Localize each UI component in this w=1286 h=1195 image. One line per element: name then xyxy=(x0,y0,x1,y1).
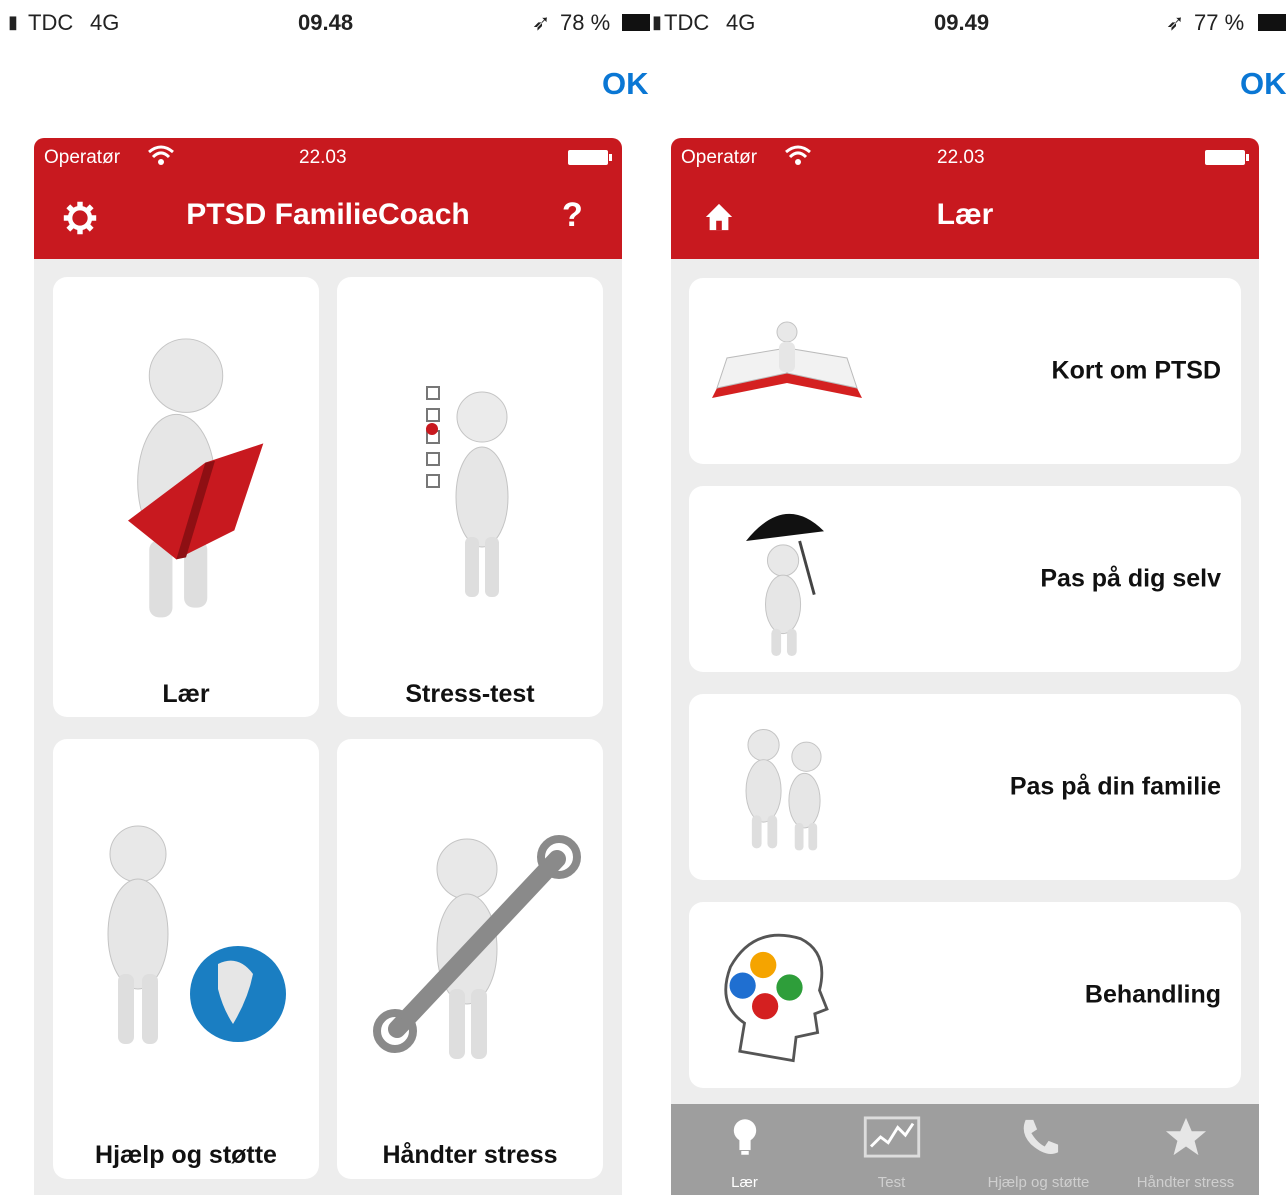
list-item-label: Pas på dig selv xyxy=(1040,564,1221,593)
home-screen: Operatør 22.03 PTSD FamilieCoach ? Lær S… xyxy=(34,138,622,1195)
tile-stress-test[interactable]: Stress-test xyxy=(337,277,603,717)
signal-icon: ▮ xyxy=(652,12,662,32)
app-header: Operatør 22.03 Lær xyxy=(671,138,1259,259)
figure-reading-book-icon xyxy=(128,338,264,618)
battery-icon xyxy=(1258,14,1286,31)
tile-label: Stress-test xyxy=(405,680,535,708)
list-item-behandling[interactable]: Behandling xyxy=(689,902,1241,1088)
tile-haandter-stress[interactable]: Håndter stress xyxy=(337,739,603,1179)
app-time: 22.03 xyxy=(299,147,347,168)
tab-label: Håndter stress xyxy=(1136,1174,1235,1191)
learn-screen: Operatør 22.03 Lær Kort om PTSD Pas på d… xyxy=(671,138,1259,1195)
help-button[interactable]: ? xyxy=(562,196,583,235)
list-item-label: Pas på din familie xyxy=(1009,772,1221,801)
app-carrier: Operatør xyxy=(681,147,758,168)
lightbulb-icon xyxy=(733,1119,756,1155)
chart-icon xyxy=(863,1116,920,1158)
star-icon xyxy=(1165,1117,1206,1156)
tab-hjaelp-og-stoette[interactable]: Hjælp og støtte xyxy=(965,1104,1112,1195)
location-icon: ➶ xyxy=(532,10,551,35)
network-label: 4G xyxy=(726,10,756,35)
battery-percent: 77 % xyxy=(1194,10,1245,35)
battery-icon xyxy=(622,14,650,31)
carrier-label: TDC xyxy=(28,10,74,35)
device-status-bar-right: ▮ TDC 4G 09.49 ➶ 77 % xyxy=(648,0,1286,48)
tab-laer[interactable]: Lær xyxy=(671,1104,818,1195)
figures-comforting-icon xyxy=(745,728,822,851)
figure-wrench-icon xyxy=(373,835,581,1059)
list-item-pas-paa-dig-selv[interactable]: Pas på dig selv xyxy=(689,486,1241,672)
list-item-label: Behandling xyxy=(1084,980,1221,1009)
device-time: 09.49 xyxy=(934,10,990,35)
tab-label: Hjælp og støtte xyxy=(987,1174,1090,1191)
tile-hjaelp-og-stoette[interactable]: Hjælp og støtte xyxy=(53,739,319,1179)
app-time: 22.03 xyxy=(937,147,985,168)
network-label: 4G xyxy=(90,10,120,35)
battery-percent: 78 % xyxy=(560,10,611,35)
tab-test[interactable]: Test xyxy=(818,1104,965,1195)
tile-label: Håndter stress xyxy=(382,1141,558,1169)
tab-label: Test xyxy=(877,1174,906,1191)
phone-icon xyxy=(1023,1119,1058,1154)
tab-bar: Lær Test Hjælp og støtte Håndter stress xyxy=(671,1104,1259,1195)
app-carrier: Operatør xyxy=(44,147,121,168)
ok-button[interactable]: OK xyxy=(602,66,649,102)
app-header: Operatør 22.03 PTSD FamilieCoach ? xyxy=(34,138,622,259)
figure-open-book-icon xyxy=(712,321,862,398)
figure-umbrella-icon xyxy=(746,513,824,657)
carrier-label: TDC xyxy=(664,10,710,35)
list-item-pas-paa-din-familie[interactable]: Pas på din familie xyxy=(689,694,1241,880)
tile-label: Lær xyxy=(162,680,210,708)
app-battery-icon xyxy=(1205,150,1249,165)
tab-haandter-stress[interactable]: Håndter stress xyxy=(1112,1104,1259,1195)
tab-label: Lær xyxy=(731,1174,758,1191)
wifi-icon xyxy=(785,145,811,165)
device-status-bar-left: ▮ TDC 4G 09.48 ➶ 78 % xyxy=(0,0,650,48)
signal-icon: ▮ xyxy=(8,12,18,32)
device-time: 09.48 xyxy=(298,10,354,35)
list-item-label: Kort om PTSD xyxy=(1051,356,1221,385)
figure-globe-icon xyxy=(107,825,286,1044)
app-battery-icon xyxy=(568,150,612,165)
location-icon: ➶ xyxy=(1166,10,1185,35)
ok-button[interactable]: OK xyxy=(1240,66,1286,102)
head-gears-icon xyxy=(724,933,829,1063)
list-item-kort-om-ptsd[interactable]: Kort om PTSD xyxy=(689,278,1241,464)
app-title: Lær xyxy=(936,198,994,231)
tile-label: Hjælp og støtte xyxy=(95,1141,277,1169)
figure-checklist-icon xyxy=(426,386,509,597)
wifi-icon xyxy=(148,145,174,165)
app-title: PTSD FamilieCoach xyxy=(186,198,470,231)
tile-laer[interactable]: Lær xyxy=(53,277,319,717)
